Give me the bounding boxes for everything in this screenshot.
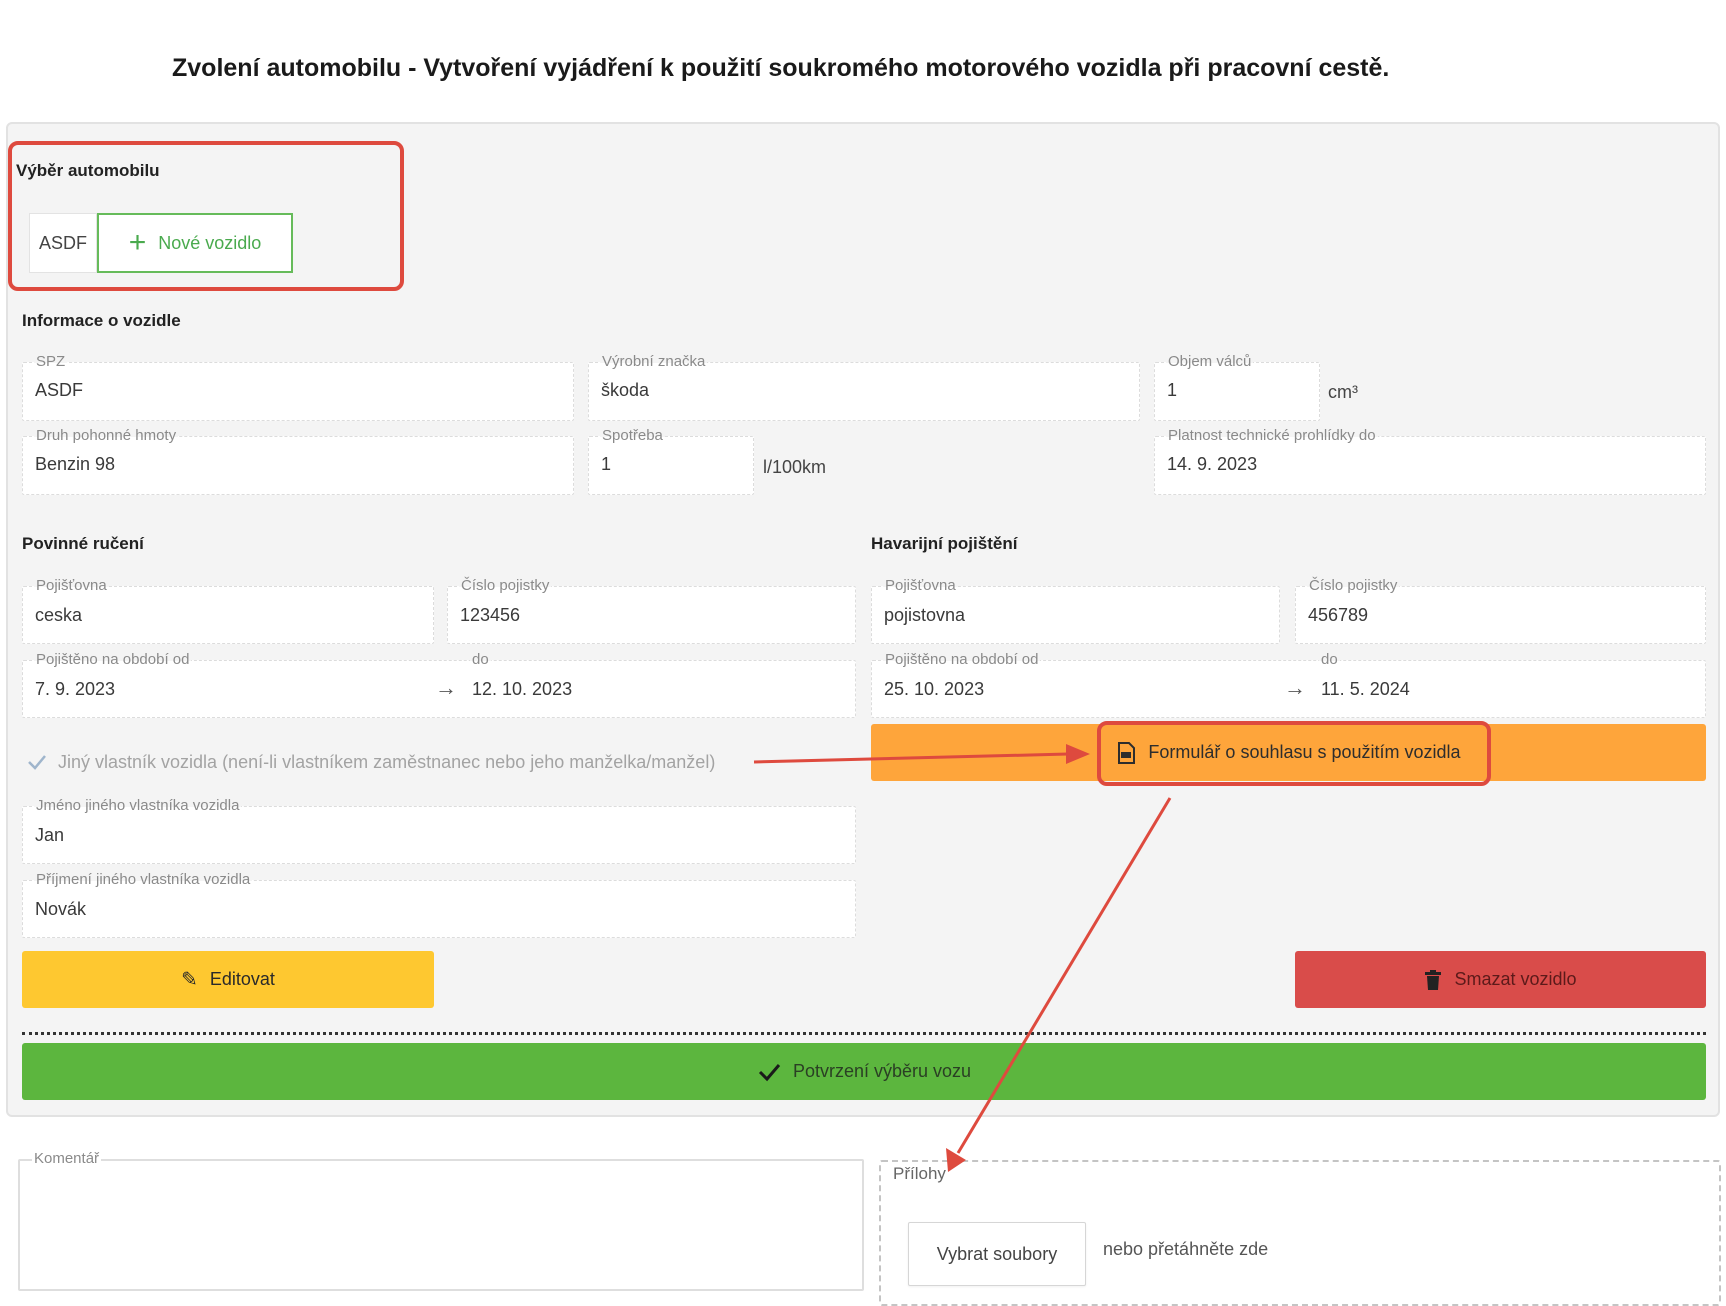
annotation-arrowhead: [946, 1148, 966, 1172]
annotation-arrowhead: [1066, 744, 1090, 764]
annotation-arrows: [753, 744, 1172, 1172]
annotation-arrow-line: [753, 752, 1069, 764]
annotation-arrow-line: [956, 797, 1172, 1154]
